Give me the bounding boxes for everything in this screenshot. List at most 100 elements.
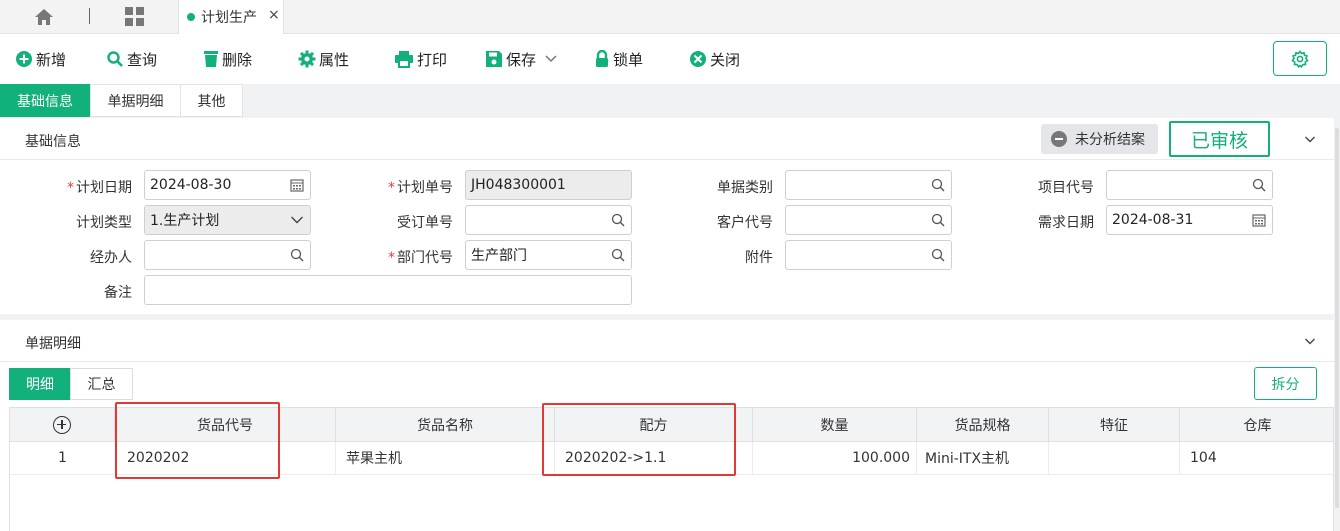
properties-label: 属性 xyxy=(319,50,350,69)
not-analyzed-closed-button[interactable]: 未分析结案 xyxy=(1041,124,1158,154)
collapse-chevron-icon[interactable] xyxy=(1304,335,1316,347)
table-row[interactable]: 1 2020202 苹果主机 2020202->1.1 100.000 Mini… xyxy=(10,442,1333,475)
search-icon[interactable] xyxy=(611,213,625,227)
col-header-feature[interactable]: 特征 xyxy=(1049,408,1180,441)
close-button[interactable]: 关闭 xyxy=(689,48,740,70)
base-info-header: 基础信息 未分析结案 已审核 xyxy=(0,118,1334,160)
plan-date-label: * 计划日期 xyxy=(67,180,132,196)
collapse-chevron-icon[interactable] xyxy=(1304,133,1316,145)
search-icon[interactable] xyxy=(931,248,945,262)
save-button[interactable]: 保存 xyxy=(485,48,561,70)
remark-field[interactable] xyxy=(144,275,632,305)
bill-type-label: 单据类别 xyxy=(717,180,773,196)
order-no-field[interactable] xyxy=(465,205,632,235)
subtab-summary[interactable]: 汇总 xyxy=(70,368,133,400)
handler-field[interactable] xyxy=(144,240,311,270)
add-row-cell[interactable] xyxy=(10,408,115,441)
status-label: 未分析结案 xyxy=(1075,132,1145,148)
project-code-field[interactable] xyxy=(1106,170,1273,200)
approved-stamp: 已审核 xyxy=(1169,121,1270,157)
tab-label: 计划生产 xyxy=(201,10,257,26)
top-tab-bar: 计划生产 × xyxy=(0,0,1340,34)
cell-formula[interactable]: 2020202->1.1 xyxy=(555,442,753,474)
printer-icon xyxy=(395,51,413,68)
properties-button[interactable]: 属性 xyxy=(298,48,349,70)
cell-code[interactable]: 2020202 xyxy=(115,442,336,474)
scrollbar-thumb[interactable] xyxy=(1335,128,1339,508)
close-tab-icon[interactable]: × xyxy=(268,7,280,23)
calendar-icon[interactable] xyxy=(1252,213,1266,227)
settings-button[interactable] xyxy=(1273,41,1327,76)
active-dot-icon xyxy=(187,13,195,21)
search-icon[interactable] xyxy=(290,248,304,262)
close-circle-icon xyxy=(690,51,706,67)
home-icon[interactable] xyxy=(34,8,54,26)
add-button[interactable]: 新增 xyxy=(15,48,66,70)
plan-type-select[interactable]: 1.生产计划 xyxy=(144,205,311,235)
lock-icon xyxy=(596,50,608,67)
trash-icon xyxy=(204,51,218,67)
dept-code-label: * 部门代号 xyxy=(388,250,453,266)
col-header-warehouse[interactable]: 仓库 xyxy=(1180,408,1335,441)
cell-warehouse[interactable]: 104 xyxy=(1180,442,1335,474)
plan-type-label: 计划类型 xyxy=(76,215,132,231)
plan-no-field[interactable]: JH048300001 xyxy=(465,170,632,200)
save-label: 保存 xyxy=(506,50,537,69)
customer-code-label: 客户代号 xyxy=(717,215,773,231)
vertical-scrollbar[interactable] xyxy=(1334,118,1340,531)
query-button[interactable]: 查询 xyxy=(106,48,157,70)
close-label: 关闭 xyxy=(710,50,741,69)
cell-spec[interactable]: Mini-ITX主机 xyxy=(917,442,1049,474)
handler-label: 经办人 xyxy=(90,250,132,266)
add-label: 新增 xyxy=(36,50,67,69)
search-icon[interactable] xyxy=(611,248,625,262)
col-header-code[interactable]: 货品代号 xyxy=(115,408,336,441)
attachment-label: 附件 xyxy=(745,250,773,266)
base-info-title: 基础信息 xyxy=(25,134,81,150)
project-code-label: 项目代号 xyxy=(1038,180,1094,196)
toolbar: 新增 查询 删除 属性 打印 保存 锁单 关闭 xyxy=(0,34,1340,84)
chevron-down-icon[interactable] xyxy=(290,215,304,225)
detail-grid: 货品代号 货品名称 配方 数量 货品规格 特征 仓库 1 2020202 苹果主… xyxy=(9,407,1334,531)
tab-plan-production[interactable]: 计划生产 × xyxy=(178,0,284,34)
need-date-field[interactable]: 2024-08-31 xyxy=(1106,205,1273,235)
customer-code-field[interactable] xyxy=(785,205,952,235)
need-date-label: 需求日期 xyxy=(1038,215,1094,231)
col-header-formula[interactable]: 配方 xyxy=(555,408,753,441)
search-icon[interactable] xyxy=(931,178,945,192)
dept-code-field[interactable]: 生产部门 xyxy=(465,240,632,270)
split-button[interactable]: 拆分 xyxy=(1254,367,1317,400)
plan-no-label: * 计划单号 xyxy=(388,180,453,196)
tab-other[interactable]: 其他 xyxy=(180,84,243,117)
attachment-field[interactable] xyxy=(785,240,952,270)
delete-button[interactable]: 删除 xyxy=(203,48,252,70)
calendar-icon[interactable] xyxy=(290,178,304,192)
bill-type-field[interactable] xyxy=(785,170,952,200)
search-icon[interactable] xyxy=(1252,178,1266,192)
bill-detail-header: 单据明细 xyxy=(0,320,1334,362)
add-row-icon[interactable] xyxy=(53,415,71,434)
bill-detail-title: 单据明细 xyxy=(25,336,81,352)
chevron-down-icon[interactable] xyxy=(544,54,558,64)
cell-name[interactable]: 苹果主机 xyxy=(336,442,555,474)
lock-button[interactable]: 锁单 xyxy=(594,48,643,70)
remark-label: 备注 xyxy=(104,285,132,301)
tab-bill-detail[interactable]: 单据明细 xyxy=(90,84,181,117)
plus-circle-icon xyxy=(16,51,32,67)
lock-label: 锁单 xyxy=(613,50,644,69)
search-icon[interactable] xyxy=(931,213,945,227)
cell-feature[interactable] xyxy=(1049,442,1180,474)
col-header-qty[interactable]: 数量 xyxy=(753,408,917,441)
subtab-detail[interactable]: 明细 xyxy=(9,368,71,400)
print-label: 打印 xyxy=(417,50,448,69)
cell-qty[interactable]: 100.000 xyxy=(753,442,917,474)
plan-date-field[interactable]: 2024-08-30 xyxy=(144,170,311,200)
row-number: 1 xyxy=(58,450,67,466)
col-header-name[interactable]: 货品名称 xyxy=(336,408,555,441)
grid-menu-icon[interactable] xyxy=(125,7,145,27)
tab-base-info[interactable]: 基础信息 xyxy=(0,84,90,117)
col-header-spec[interactable]: 货品规格 xyxy=(917,408,1049,441)
search-icon xyxy=(107,51,123,67)
gear-icon xyxy=(298,50,316,68)
print-button[interactable]: 打印 xyxy=(394,48,447,70)
